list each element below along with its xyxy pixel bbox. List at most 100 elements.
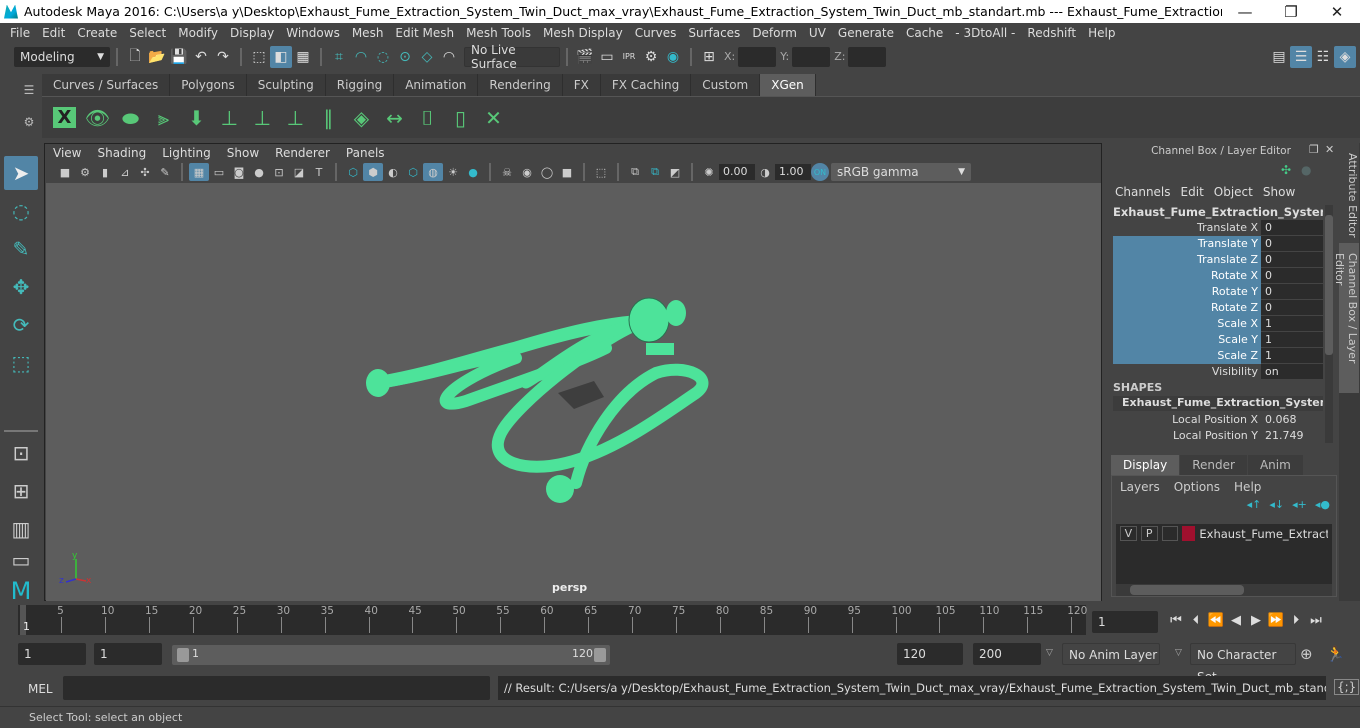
channel-scale-y[interactable]: Scale Y1 (1113, 332, 1323, 348)
four-view-layout-icon[interactable]: ⊞ (4, 474, 38, 508)
channel-scale-z[interactable]: Scale Z1 (1113, 348, 1323, 364)
xgen-groom-icon[interactable]: ◈ (345, 101, 378, 135)
layout-icon[interactable]: ▭ (4, 548, 38, 572)
layer-menu-help[interactable]: Help (1234, 480, 1261, 494)
scale-tool-icon[interactable]: ⬚ (4, 346, 38, 380)
menu-select[interactable]: Select (123, 26, 172, 40)
menu-display[interactable]: Display (224, 26, 280, 40)
xgen-guide-frame-icon[interactable]: ▯ (444, 101, 477, 135)
shape-name[interactable]: Exhaust_Fume_Extraction_System_T... (1113, 396, 1323, 411)
layer-name[interactable]: Exhaust_Fume_Extraction (1199, 527, 1328, 541)
xgen-clear-preview-icon[interactable]: ⬬ (114, 101, 147, 135)
transform-input-icon[interactable]: ⊞ (698, 46, 720, 68)
step-forward-key-icon[interactable]: ⏩ (1266, 610, 1286, 630)
channel-rotate-x[interactable]: Rotate X0 (1113, 268, 1323, 284)
menu-mesh-tools[interactable]: Mesh Tools (460, 26, 537, 40)
go-to-end-icon[interactable]: ⏭ (1306, 610, 1326, 630)
xgen-editor-icon[interactable]: X (48, 101, 81, 135)
xray-icon[interactable]: ⬡ (403, 163, 423, 181)
xgen-select-guide-icon[interactable]: ⊥ (246, 101, 279, 135)
playback-start-field[interactable]: 1 (94, 643, 162, 665)
exposure-icon[interactable]: ✺ (699, 163, 719, 181)
playback-end-field[interactable]: 120 (897, 643, 963, 665)
undo-icon[interactable]: ↶ (190, 46, 212, 68)
close-panel-icon[interactable]: ✕ (1325, 143, 1334, 156)
select-by-hierarchy-icon[interactable]: ⬚ (248, 46, 270, 68)
two-d-pan-zoom-icon[interactable]: ✣ (135, 163, 155, 181)
shape-local-position-x[interactable]: Local Position X 0.068 (1113, 412, 1323, 428)
layer-menu-layers[interactable]: Layers (1120, 480, 1160, 494)
channel-value[interactable]: 0 (1261, 220, 1323, 235)
layer-visibility-toggle[interactable]: V (1120, 526, 1137, 541)
xgen-lock-guide-icon[interactable]: ⊥ (279, 101, 312, 135)
shelf-tab-polygons[interactable]: Polygons (170, 74, 247, 96)
play-backward-icon[interactable]: ◀ (1226, 610, 1246, 630)
channel-visibility[interactable]: Visibility on (1113, 364, 1323, 380)
wireframe-on-shaded-icon[interactable]: ◐ (383, 163, 403, 181)
xgen-create-description-icon[interactable]: ⫸ (147, 101, 180, 135)
xgen-add-guide-icon[interactable]: ⊥ (213, 101, 246, 135)
shape-local-position-y[interactable]: Local Position Y 21.749 (1113, 428, 1323, 444)
scrollbar-thumb[interactable] (1130, 585, 1244, 595)
maximize-button[interactable]: ❐ (1268, 3, 1314, 21)
z-field[interactable] (848, 46, 887, 67)
cb-menu-channels[interactable]: Channels (1115, 185, 1171, 199)
layer-playback-toggle[interactable]: P (1140, 526, 1158, 541)
xgen-preview-icon[interactable]: 👁 (81, 101, 114, 135)
move-layer-up-icon[interactable]: ◂↑ (1247, 498, 1262, 511)
channel-value[interactable]: 0 (1261, 284, 1323, 299)
xgen-guide-length-icon[interactable]: ↔ (378, 101, 411, 135)
layer-tab-anim[interactable]: Anim (1247, 455, 1303, 475)
smooth-shade-icon[interactable]: ⬢ (363, 163, 383, 181)
chevron-down-icon[interactable]: ▽ (1175, 648, 1182, 658)
channel-scrollbar[interactable] (1325, 205, 1333, 443)
channel-scale-x[interactable]: Scale X1 (1113, 316, 1323, 332)
snap-grid-icon[interactable]: ⌗ (328, 46, 350, 68)
side-tab-channel-box[interactable]: Channel Box / Layer Editor (1333, 243, 1359, 393)
time-slider[interactable]: 1 5 10 15 20 25 30 35 40 45 50 55 60 65 70 75 80 85 90 95 1… (18, 605, 1087, 635)
menu-file[interactable]: File (4, 26, 36, 40)
exposure-field[interactable]: 0.00 (719, 164, 755, 180)
anim-layer-dropdown[interactable]: No Anim Layer (1062, 643, 1160, 665)
open-scene-icon[interactable]: 📂 (146, 46, 168, 68)
channel-value[interactable]: 0 (1261, 300, 1323, 315)
channel-value[interactable]: 0.068 (1261, 412, 1323, 427)
make-live-icon[interactable]: ◠ (438, 46, 460, 68)
scrollbar-thumb[interactable] (1325, 215, 1333, 355)
shelf-tab-fx-caching[interactable]: FX Caching (600, 74, 692, 96)
channel-rotate-z[interactable]: Rotate Z0 (1113, 300, 1323, 316)
channel-box-toggle-icon[interactable]: ◈ (1334, 45, 1356, 68)
channel-value[interactable]: on (1261, 364, 1323, 379)
channel-translate-y[interactable]: Translate Y0 (1113, 236, 1323, 252)
move-layer-down-icon[interactable]: ◂↓ (1269, 498, 1284, 511)
minimize-button[interactable]: — (1222, 3, 1268, 21)
channel-value[interactable]: 0 (1261, 268, 1323, 283)
film-gate-icon[interactable]: ▭ (209, 163, 229, 181)
chevron-down-icon[interactable]: ▽ (1046, 648, 1053, 658)
layer-row[interactable]: V P Exhaust_Fume_Extraction (1116, 524, 1332, 543)
3d-viewport[interactable]: y x z persp (46, 183, 1101, 601)
character-set-dropdown[interactable]: No Character Set (1190, 643, 1296, 684)
live-surface-field[interactable]: No Live Surface (464, 43, 560, 71)
shelf-gear-icon[interactable]: ⚙ (24, 115, 35, 129)
render-current-frame-icon[interactable]: 🎬 (574, 46, 596, 68)
select-by-component-icon[interactable]: ▦ (292, 46, 314, 68)
channel-value[interactable]: 21.749 (1261, 428, 1323, 443)
backface-culling-icon[interactable]: ◩ (665, 163, 685, 181)
channel-value[interactable]: 0 (1261, 252, 1323, 267)
xgen-guide-select-icon[interactable]: ⌷ (411, 101, 444, 135)
start-time-field[interactable]: 1 (18, 643, 86, 665)
step-back-frame-icon[interactable]: ⏴ (1186, 610, 1206, 630)
step-forward-frame-icon[interactable]: ⏵ (1286, 610, 1306, 630)
shelf-tab-custom[interactable]: Custom (691, 74, 761, 96)
hypershade-icon[interactable]: ◉ (662, 46, 684, 68)
shadows-icon[interactable]: ● (463, 163, 483, 181)
animation-preferences-icon[interactable]: 🏃 (1326, 645, 1345, 663)
shelf-menu-icon[interactable]: ☰ (24, 83, 35, 97)
script-editor-icon[interactable]: {;} (1334, 679, 1360, 695)
color-space-dropdown[interactable]: sRGB gamma ▼ (831, 163, 971, 181)
xgen-import-icon[interactable]: ⬇ (180, 101, 213, 135)
viewport-menu-show[interactable]: Show (227, 146, 259, 160)
cb-menu-object[interactable]: Object (1214, 185, 1253, 199)
gate-mask-icon[interactable]: ● (249, 163, 269, 181)
